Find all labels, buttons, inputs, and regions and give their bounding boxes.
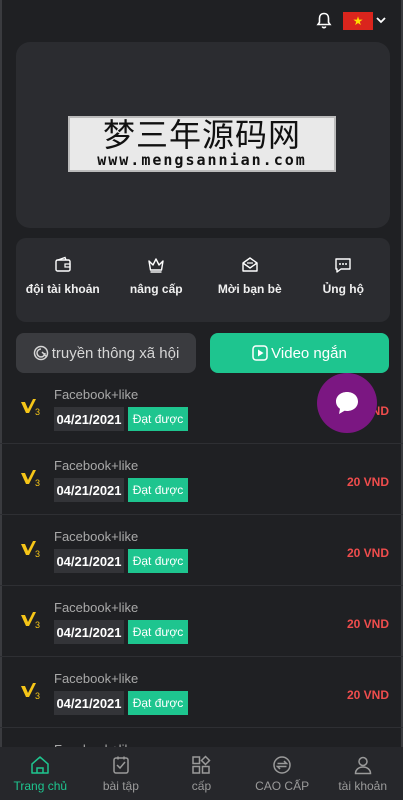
list-item[interactable]: 3 Facebook+like 04/21/2021 Đạt được 20 V… bbox=[0, 444, 403, 515]
task-amount: 20 VND bbox=[346, 688, 389, 702]
svg-text:3: 3 bbox=[35, 549, 40, 558]
nav-premium[interactable]: CAO CẤP bbox=[242, 747, 323, 800]
task-title: Facebook+like bbox=[54, 387, 139, 402]
tab-short-video[interactable]: Video ngắn bbox=[210, 333, 389, 373]
home-icon bbox=[31, 756, 50, 774]
status-badge: Đạt được bbox=[128, 691, 188, 715]
task-title: Facebook+like bbox=[54, 529, 139, 544]
nav-label: bài tập bbox=[102, 779, 139, 793]
task-title: Facebook+like bbox=[54, 600, 139, 615]
watermark-logo: 梦三年源码网 www.mengsannian.com bbox=[68, 116, 336, 172]
status-badge: Đạt được bbox=[128, 549, 188, 573]
tab-video-label: Video ngắn bbox=[271, 344, 347, 362]
list-item[interactable]: 3 Facebook+like 04/21/2021 Đạt được 20 V… bbox=[0, 657, 403, 728]
task-icon bbox=[113, 756, 129, 774]
chat-support-icon bbox=[335, 258, 351, 273]
social-icon bbox=[33, 345, 48, 361]
bell-icon[interactable] bbox=[316, 12, 332, 30]
quick-action-upgrade[interactable]: nâng cấp bbox=[110, 238, 204, 322]
quick-actions: đội tài khoản nâng cấp Mời bạn bè Ủng hộ bbox=[16, 238, 390, 322]
nav-account[interactable]: tài khoản bbox=[322, 747, 403, 800]
nav-label: tài khoản bbox=[338, 779, 388, 793]
nav-tasks[interactable]: bài tập bbox=[81, 747, 162, 800]
quick-action-invite[interactable]: Mời bạn bè bbox=[203, 238, 297, 322]
quick-action-label: nâng cấp bbox=[129, 282, 183, 296]
task-amount: 20 VND bbox=[346, 617, 389, 631]
promo-banner[interactable]: 梦三年源码网 www.mengsannian.com bbox=[16, 42, 390, 228]
chevron-down-icon[interactable] bbox=[375, 15, 387, 25]
svg-text:3: 3 bbox=[35, 691, 40, 700]
task-title: Facebook+like bbox=[54, 458, 139, 473]
task-date: 04/21/2021 bbox=[54, 549, 124, 573]
tab-social-media[interactable]: truyền thông xã hội bbox=[16, 333, 196, 373]
wallet-icon bbox=[55, 256, 71, 272]
quick-action-support[interactable]: Ủng hộ bbox=[297, 238, 391, 322]
vip-badge-icon: 3 bbox=[21, 470, 40, 487]
nav-label: CAO CẤP bbox=[255, 779, 310, 793]
grid-icon bbox=[192, 755, 212, 774]
task-date: 04/21/2021 bbox=[54, 407, 124, 431]
nav-label: Trang chủ bbox=[13, 779, 68, 793]
user-icon bbox=[354, 756, 371, 775]
task-date: 04/21/2021 bbox=[54, 691, 124, 715]
vip-badge-icon: 3 bbox=[21, 683, 40, 700]
watermark-chinese: 梦三年源码网 bbox=[102, 116, 301, 154]
play-icon bbox=[252, 345, 268, 361]
list-item[interactable]: 3 Facebook+like 04/21/2021 Đạt được 20 V… bbox=[0, 515, 403, 586]
status-badge: Đạt được bbox=[128, 620, 188, 644]
svg-text:3: 3 bbox=[35, 478, 40, 487]
status-badge: Đạt được bbox=[128, 407, 188, 431]
task-date: 04/21/2021 bbox=[54, 620, 124, 644]
exchange-icon bbox=[273, 756, 291, 774]
nav-label: cấp bbox=[191, 779, 212, 793]
task-amount: 20 VND bbox=[346, 546, 389, 560]
quick-action-label: Ủng hộ bbox=[322, 282, 364, 296]
task-amount: 20 VND bbox=[346, 475, 389, 489]
list-item[interactable]: 3 Facebook+like 04/21/2021 Đạt được 20 V… bbox=[0, 586, 403, 657]
quick-action-label: đội tài khoản bbox=[25, 282, 100, 296]
crown-icon bbox=[148, 258, 164, 273]
nav-level[interactable]: cấp bbox=[161, 747, 242, 800]
nav-home[interactable]: Trang chủ bbox=[0, 747, 81, 800]
quick-action-wallet[interactable]: đội tài khoản bbox=[16, 238, 110, 322]
task-list: 3 Facebook+like 04/21/2021 Đạt được 20 V… bbox=[0, 373, 403, 799]
quick-action-label: Mời bạn bè bbox=[217, 282, 282, 296]
status-badge: Đạt được bbox=[128, 478, 188, 502]
task-title: Facebook+like bbox=[54, 671, 139, 686]
language-flag[interactable]: ★ bbox=[343, 12, 373, 30]
vip-badge-icon: 3 bbox=[21, 612, 40, 629]
vip-badge-icon: 3 bbox=[21, 399, 40, 416]
task-date: 04/21/2021 bbox=[54, 478, 124, 502]
svg-text:3: 3 bbox=[35, 620, 40, 629]
speech-bubble-icon bbox=[336, 392, 358, 414]
top-bar: ★ bbox=[0, 0, 403, 42]
vip-badge-icon: 3 bbox=[21, 541, 40, 558]
chat-bubble-button[interactable] bbox=[317, 373, 377, 433]
flag-star: ★ bbox=[352, 14, 364, 28]
bottom-nav: Trang chủ bài tập cấp CAO CẤP tài khoản bbox=[0, 747, 403, 800]
tab-social-label: truyền thông xã hội bbox=[51, 344, 180, 362]
invite-mail-icon bbox=[242, 257, 258, 272]
svg-text:3: 3 bbox=[35, 407, 40, 416]
watermark-url: www.mengsannian.com bbox=[97, 151, 307, 169]
